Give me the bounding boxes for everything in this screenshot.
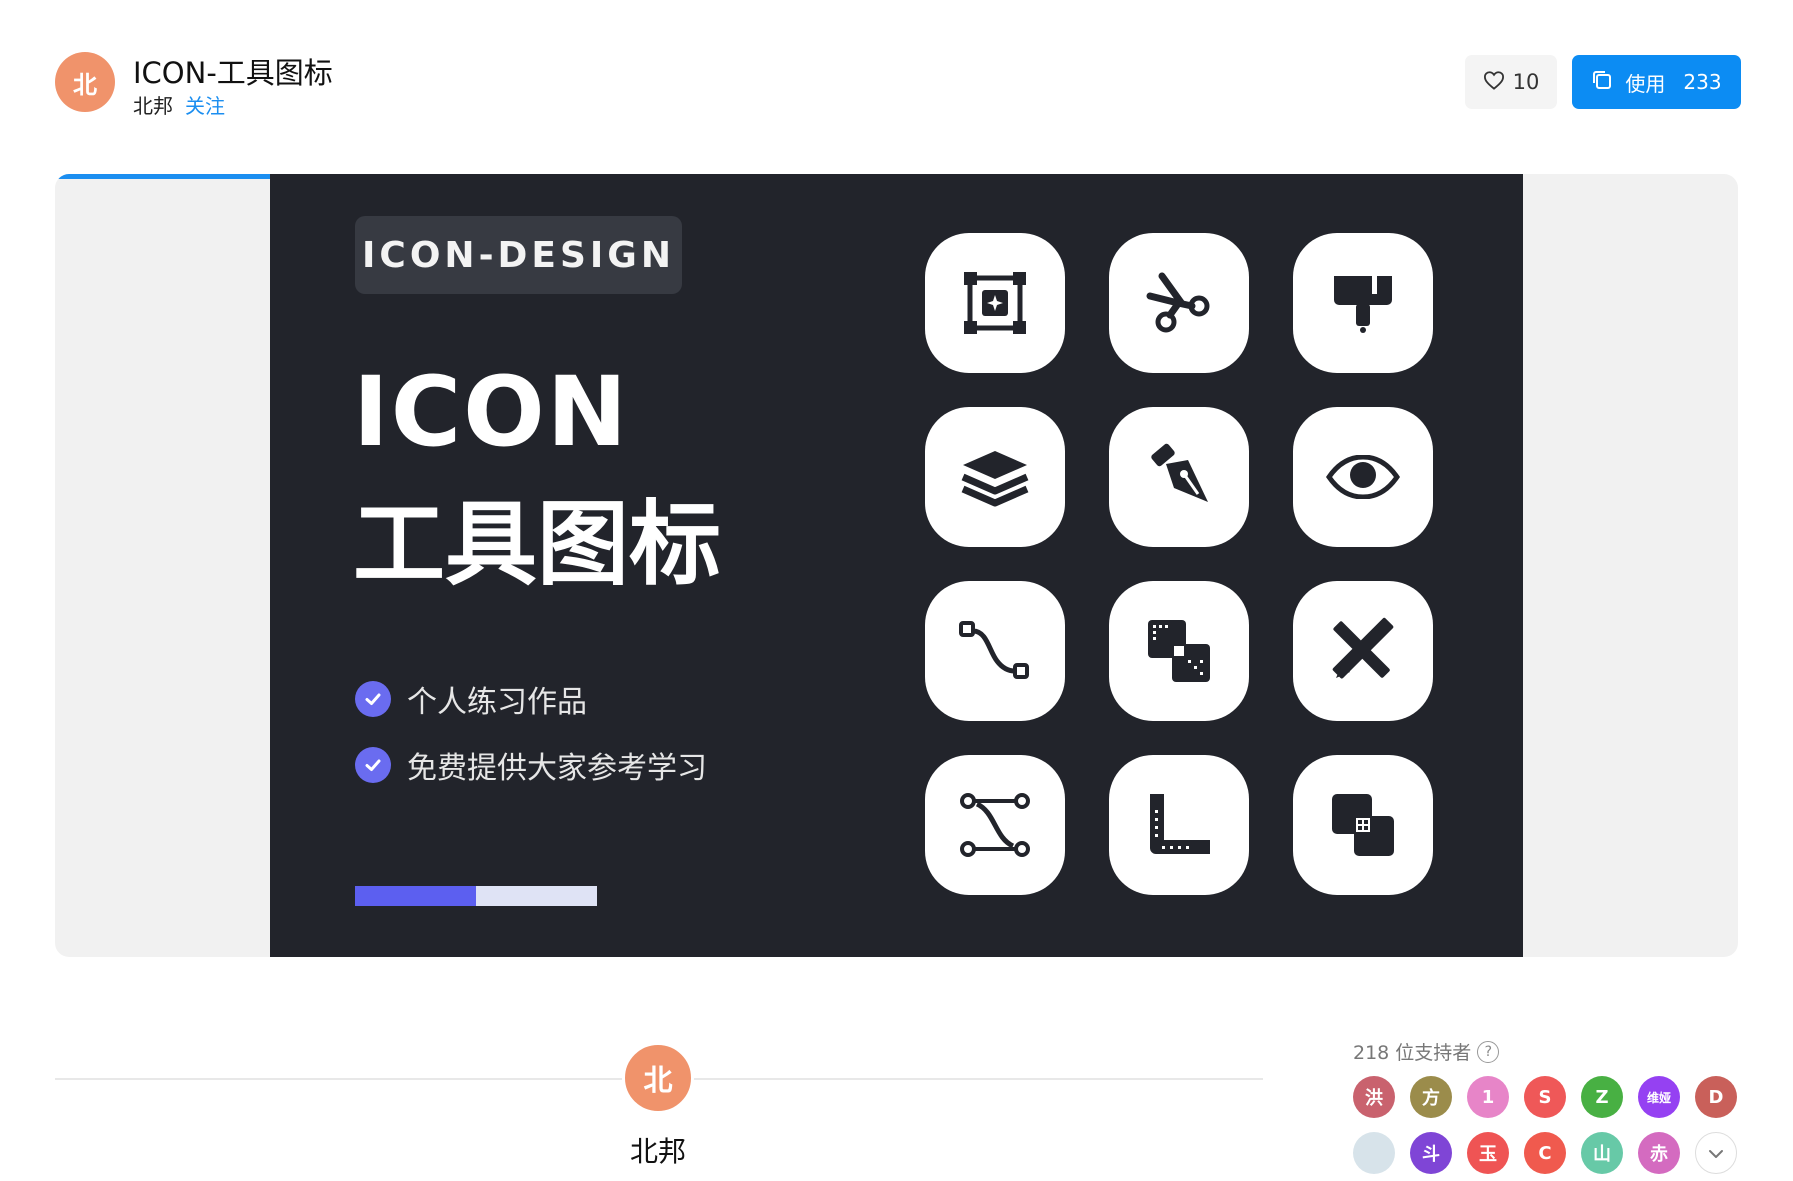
use-count: 233 [1683,70,1722,94]
project-header: 北 ICON-工具图标 北邦 关注 10 使用 233 [55,50,1741,119]
layers-icon [925,407,1065,547]
like-count: 10 [1512,70,1540,94]
bullet-item: 个人练习作品 [355,677,587,721]
chevron-down-icon [1708,1143,1724,1164]
copy-icon [1591,69,1613,96]
creator-name[interactable]: 北邦 [558,1130,758,1170]
ruler-pencil-icon [1293,581,1433,721]
expand-supporters-button[interactable] [1695,1132,1737,1174]
supporter-avatar[interactable]: 赤 [1638,1132,1680,1174]
use-label: 使用 [1625,71,1666,96]
accent-bar [355,886,597,906]
like-button[interactable]: 10 [1465,55,1557,109]
cover-image[interactable]: ICON-DESIGN ICON 工具图标 个人练习作品 免费提供大家参考学习 [270,174,1523,957]
supporter-avatar[interactable]: 洪 [1353,1076,1395,1118]
check-icon [355,747,391,783]
corner-radius-icon [1109,755,1249,895]
bullet-item: 免费提供大家参考学习 [355,743,707,787]
supporter-avatar[interactable]: D [1695,1076,1737,1118]
check-icon [355,681,391,717]
use-button[interactable]: 使用 233 [1572,55,1741,109]
supporter-avatar[interactable]: 山 [1581,1132,1623,1174]
scissors-icon [1109,233,1249,373]
author-avatar[interactable]: 北 [55,52,115,112]
supporters-header: 218 位支持者 ? [1353,1038,1500,1065]
supporter-avatar[interactable]: 1 [1467,1076,1509,1118]
eye-icon [1293,407,1433,547]
bullet-text: 免费提供大家参考学习 [407,751,707,786]
design-tag: ICON-DESIGN [355,216,682,294]
path-curve-icon [925,581,1065,721]
supporter-avatar[interactable]: 斗 [1410,1132,1452,1174]
cover-banner: ICON-DESIGN ICON 工具图标 个人练习作品 免费提供大家参考学习 [55,174,1738,957]
project-title: ICON-工具图标 [133,56,333,90]
help-icon[interactable]: ? [1477,1040,1500,1063]
creator-avatar[interactable]: 北 [622,1042,694,1114]
supporter-avatar[interactable] [1353,1132,1395,1174]
follow-link[interactable]: 关注 [185,90,225,119]
boolean-union-icon [1293,755,1433,895]
pen-tool-icon [1109,407,1249,547]
supporter-avatar[interactable]: S [1524,1076,1566,1118]
supporter-avatar[interactable]: 方 [1410,1076,1452,1118]
author-row: 北邦 关注 [133,90,225,119]
supporter-avatar[interactable]: Z [1581,1076,1623,1118]
supporter-avatar[interactable]: 玉 [1467,1132,1509,1174]
frame-icon [925,233,1065,373]
author-name[interactable]: 北邦 [133,90,173,119]
bezier-icon [925,755,1065,895]
pattern-overlap-icon [1109,581,1249,721]
supporter-avatar[interactable]: C [1524,1132,1566,1174]
accent-bar-fill [355,886,476,906]
headline-cn: 工具图标 [353,491,722,598]
supporters-count: 218 位支持者 [1353,1042,1472,1064]
headline-en: ICON [353,356,630,468]
heart-icon [1483,70,1505,95]
paint-brush-icon [1293,233,1433,373]
supporter-avatar[interactable]: 维娅 [1638,1076,1680,1118]
bullet-text: 个人练习作品 [407,685,587,720]
